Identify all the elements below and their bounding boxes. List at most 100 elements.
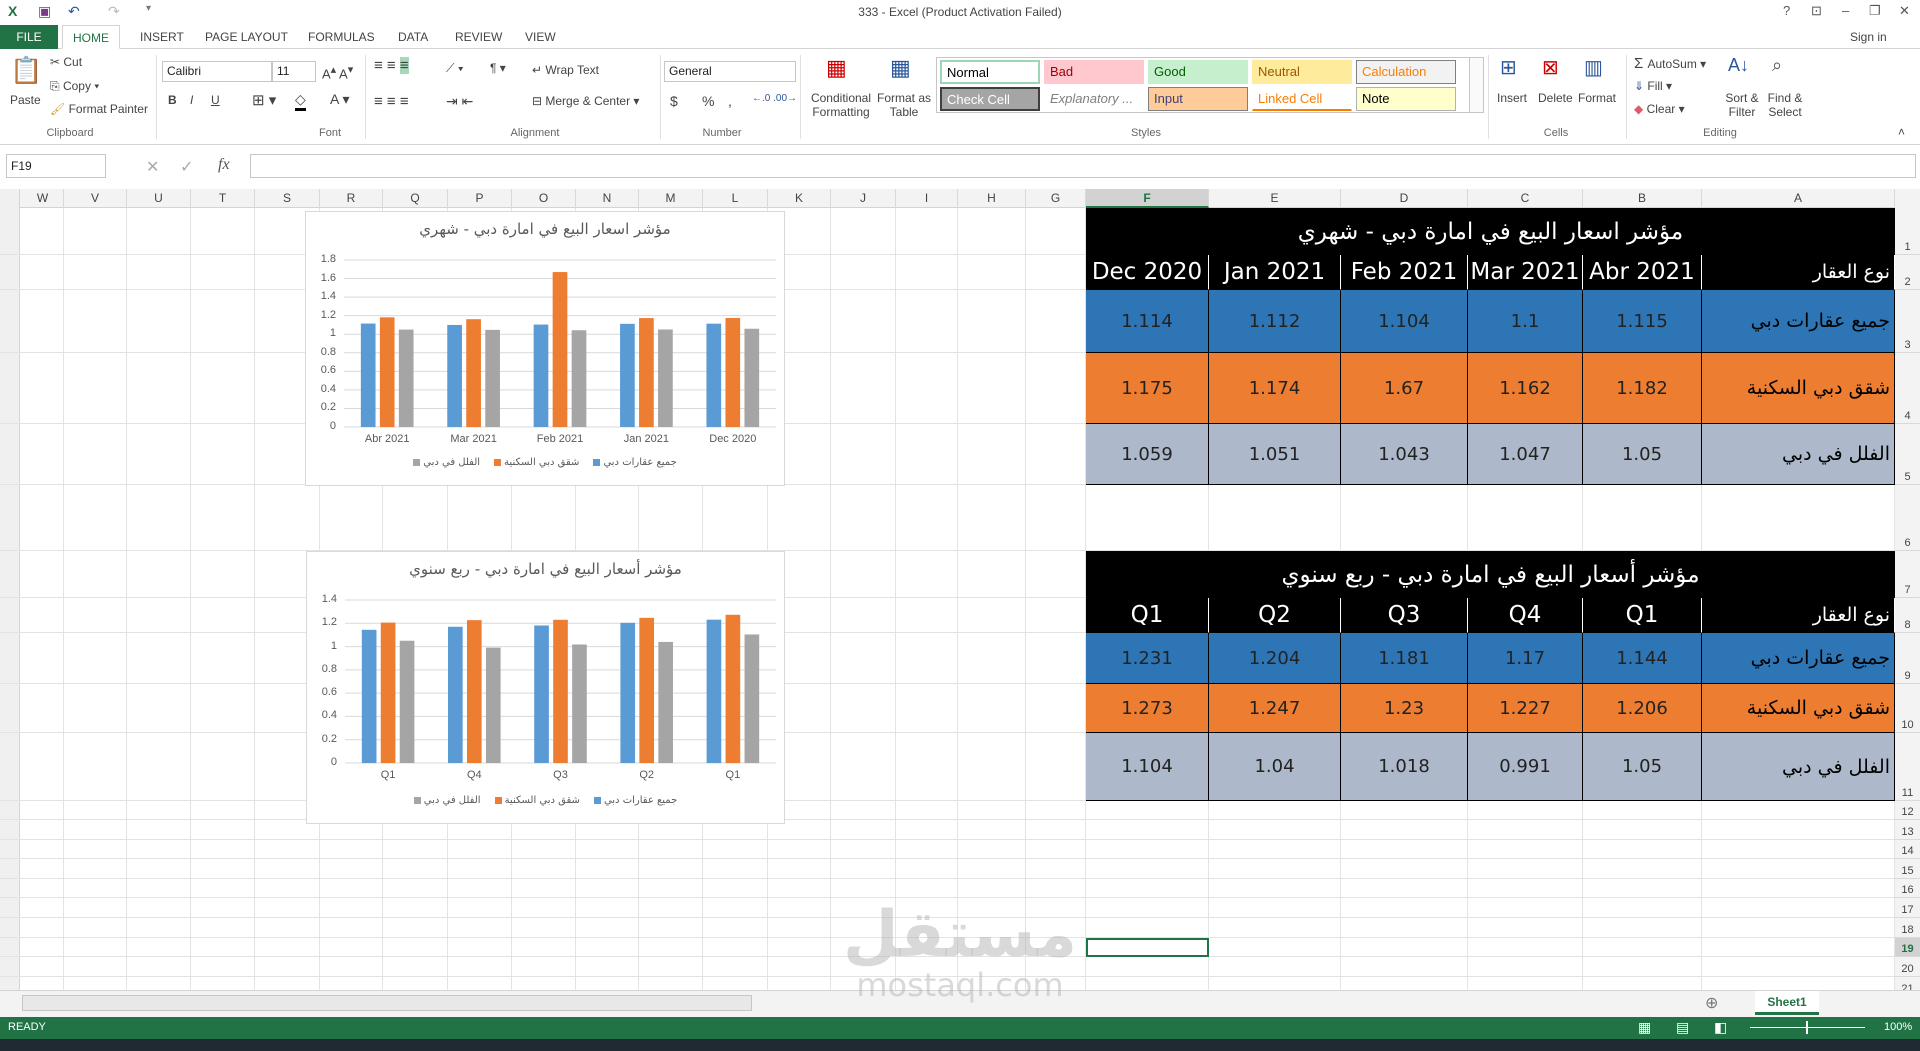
indent-icon[interactable]: ⇥ ⇤ [446, 93, 473, 110]
row-header-17[interactable]: 17 [1895, 898, 1920, 918]
column-header-K[interactable]: K [768, 189, 831, 208]
bar-1-3[interactable] [639, 617, 655, 763]
bar-2-3[interactable] [658, 641, 673, 763]
row-header-6[interactable]: 6 [1895, 485, 1920, 551]
tab-insert[interactable]: INSERT [130, 25, 194, 49]
bar-2-1[interactable] [485, 329, 500, 427]
column-header-R[interactable]: R [320, 189, 383, 208]
borders-icon[interactable]: ⊞ ▾ [252, 91, 276, 109]
tab-view[interactable]: VIEW [515, 25, 566, 49]
delete-cells-button[interactable]: Delete [1538, 91, 1573, 105]
bar-1-4[interactable] [725, 317, 741, 427]
column-header-V[interactable]: V [64, 189, 127, 208]
column-header-N[interactable]: N [576, 189, 639, 208]
bar-0-2[interactable] [534, 625, 549, 763]
column-header-G[interactable]: G [1026, 189, 1086, 208]
styles-gallery-scroll[interactable] [1469, 58, 1483, 112]
bar-1-1[interactable] [466, 319, 481, 427]
bar-2-3[interactable] [658, 329, 673, 427]
cell-style-neutral[interactable]: Neutral [1252, 60, 1352, 84]
cell-style-check-cell[interactable]: Check Cell [940, 87, 1040, 111]
confirm-entry-icon[interactable]: ✓ [180, 157, 193, 177]
row-header-1[interactable]: 1 [1895, 208, 1920, 255]
tab-page-layout[interactable]: PAGE LAYOUT [195, 25, 298, 49]
find-select-button[interactable]: Find & Select [1762, 91, 1808, 119]
font-color-icon[interactable]: A ▾ [330, 91, 349, 108]
bar-0-2[interactable] [533, 324, 549, 427]
bar-2-4[interactable] [744, 328, 760, 427]
normal-view-icon[interactable]: ▦ [1638, 1019, 1651, 1036]
sign-in-link[interactable]: Sign in [1840, 25, 1897, 49]
align-left-icon[interactable]: ≡ ≡ ≡ [374, 93, 409, 110]
bar-2-0[interactable] [398, 329, 414, 427]
number-format-select[interactable]: General [664, 61, 796, 82]
zoom-level[interactable]: 100% [1884, 1021, 1912, 1033]
row-header-21[interactable]: 21 [1895, 977, 1920, 990]
cell-style-note[interactable]: Note [1356, 87, 1456, 111]
formula-input[interactable] [250, 154, 1916, 178]
ribbon-display-options-icon[interactable]: ⊡ [1811, 3, 1822, 19]
format-as-table-button[interactable]: Format as Table [876, 91, 932, 119]
column-header-O[interactable]: O [512, 189, 576, 208]
cell-style-good[interactable]: Good [1148, 60, 1248, 84]
bar-0-4[interactable] [706, 619, 722, 763]
collapse-ribbon-icon[interactable]: ˄ [1898, 125, 1905, 139]
cell-style-input[interactable]: Input [1148, 87, 1248, 111]
bar-1-2[interactable] [552, 272, 568, 427]
tab-review[interactable]: REVIEW [445, 25, 512, 49]
autosum-button[interactable]: Σ AutoSum ▾ [1634, 55, 1706, 72]
bar-0-0[interactable] [361, 629, 377, 763]
bar-0-3[interactable] [620, 323, 635, 427]
align-top-icon[interactable]: ≡ ≡ ≡ [374, 57, 409, 74]
sort-filter-button[interactable]: Sort & Filter [1722, 91, 1762, 119]
help-button[interactable]: ? [1783, 3, 1790, 18]
chart-monthly[interactable]: مؤشر اسعار البيع في امارة دبي - شهري 0 0.2… [305, 211, 785, 486]
column-header-D[interactable]: D [1341, 189, 1468, 208]
row-header-2[interactable]: 2 [1895, 255, 1920, 290]
font-size-select[interactable]: 11 [272, 61, 316, 82]
row-header-13[interactable]: 13 [1895, 820, 1920, 840]
bar-1-0[interactable] [379, 317, 395, 427]
row-header-18[interactable]: 18 [1895, 918, 1920, 938]
selected-cell-F19[interactable] [1086, 938, 1209, 957]
format-painter-button[interactable]: 🖌 Format Painter [50, 102, 148, 116]
row-header-3[interactable]: 3 [1895, 290, 1920, 353]
merge-center-button[interactable]: ⊟ Merge & Center ▾ [532, 94, 639, 108]
bar-0-4[interactable] [706, 323, 722, 427]
column-header-S[interactable]: S [255, 189, 320, 208]
chart-quarterly[interactable]: مؤشر أسعار البيع في امارة دبي - ربع سنوي… [306, 551, 785, 824]
bar-2-0[interactable] [399, 640, 415, 763]
insert-cells-button[interactable]: Insert [1497, 91, 1527, 105]
horizontal-scrollbar[interactable] [22, 995, 752, 1011]
bar-1-4[interactable] [725, 614, 741, 763]
tab-data[interactable]: DATA [388, 25, 438, 49]
close-button[interactable]: ✕ [1899, 3, 1910, 19]
bar-1-1[interactable] [466, 620, 482, 763]
insert-function-icon[interactable]: fx [218, 156, 230, 174]
fill-color-icon[interactable]: ◇ [295, 91, 306, 111]
column-header-I[interactable]: I [896, 189, 958, 208]
bar-1-2[interactable] [553, 619, 568, 763]
bar-0-1[interactable] [447, 324, 462, 427]
restore-button[interactable]: ❐ [1869, 3, 1881, 19]
column-header-B[interactable]: B [1583, 189, 1702, 208]
fill-button[interactable]: ⇓ Fill ▾ [1634, 79, 1672, 93]
cell-style-calculation[interactable]: Calculation [1356, 60, 1456, 84]
minimize-button[interactable]: – [1842, 3, 1849, 18]
decimal-icon[interactable]: ←.0 .00→ [752, 93, 797, 104]
bold-button[interactable]: B [168, 93, 177, 107]
column-header-E[interactable]: E [1209, 189, 1341, 208]
column-header-L[interactable]: L [703, 189, 768, 208]
column-header-Q[interactable]: Q [383, 189, 448, 208]
bar-1-3[interactable] [639, 318, 654, 427]
page-break-view-icon[interactable]: ◧ [1714, 1019, 1727, 1036]
page-layout-view-icon[interactable]: ▤ [1676, 1019, 1689, 1036]
new-sheet-button[interactable]: ⊕ [1705, 993, 1718, 1013]
column-header-A[interactable]: A [1702, 189, 1895, 208]
cell-style-linked-cell[interactable]: Linked Cell [1252, 87, 1352, 111]
column-header-F[interactable]: F [1086, 189, 1209, 208]
cell-style-normal[interactable]: Normal [940, 60, 1040, 84]
row-header-9[interactable]: 9 [1895, 633, 1920, 684]
currency-button[interactable]: $ [670, 93, 678, 109]
clear-button[interactable]: ◆ Clear ▾ [1634, 102, 1685, 116]
